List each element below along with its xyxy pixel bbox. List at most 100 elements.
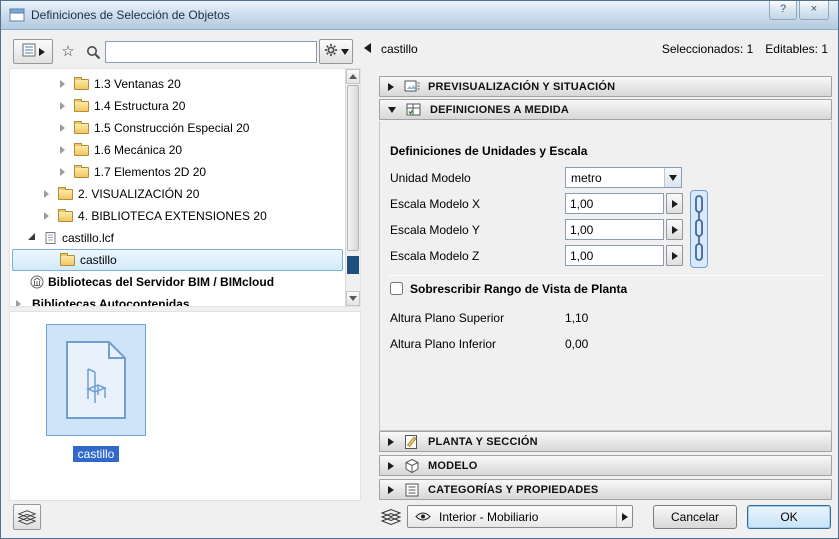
tree-item-label: Bibliotecas del Servidor BIM / BIMcloud bbox=[48, 275, 275, 289]
section-label: DEFINICIONES A MEDIDA bbox=[430, 103, 570, 116]
chevron-right-icon bbox=[388, 437, 394, 446]
eye-icon bbox=[415, 512, 431, 521]
library-tree[interactable]: 1.3 Ventanas 20 1.4 Estructura 20 1.5 Co… bbox=[9, 68, 361, 307]
tree-item[interactable]: 1.3 Ventanas 20 bbox=[10, 73, 360, 95]
tree-item-label: 1.5 Construcción Especial 20 bbox=[94, 121, 250, 135]
custom-settings-icon bbox=[406, 102, 422, 118]
library-view-options-button[interactable] bbox=[13, 39, 53, 64]
selection-status: Seleccionados: 1 Editables: 1 bbox=[650, 42, 828, 56]
separator bbox=[388, 275, 823, 276]
model-unit-value: metro bbox=[571, 170, 602, 185]
override-plan-range-checkbox[interactable] bbox=[390, 282, 403, 295]
combo-arrow-box[interactable] bbox=[664, 168, 681, 187]
model-unit-select[interactable]: metro bbox=[565, 167, 682, 188]
upper-plane-value: 1,10 bbox=[565, 311, 589, 325]
layers-stack-icon bbox=[17, 509, 37, 525]
tree-item[interactable]: 1.5 Construcción Especial 20 bbox=[10, 117, 360, 139]
override-plan-range-label: Sobrescribir Rango de Vista de Planta bbox=[410, 282, 628, 296]
editable-count: Editables: 1 bbox=[765, 42, 828, 56]
section-categorias-y-propiedades[interactable]: CATEGORÍAS Y PROPIEDADES bbox=[379, 479, 832, 500]
search-icon[interactable] bbox=[85, 44, 101, 60]
tree-item-label: castillo.lcf bbox=[62, 231, 115, 245]
favorites-star-icon[interactable]: ☆ bbox=[59, 42, 77, 60]
selected-count: Seleccionados: 1 bbox=[661, 42, 754, 56]
chevron-right-icon bbox=[671, 251, 678, 260]
scale-x-input[interactable] bbox=[565, 193, 664, 214]
tree-item-selected[interactable]: castillo bbox=[10, 249, 360, 271]
expander-collapsed-icon[interactable] bbox=[16, 300, 21, 306]
object-document-icon bbox=[66, 341, 126, 419]
layer-select[interactable]: Interior - Mobiliario bbox=[407, 505, 633, 528]
tree-scrollbar[interactable] bbox=[345, 69, 360, 306]
expander-collapsed-icon[interactable] bbox=[60, 80, 65, 88]
chevron-down-icon bbox=[388, 106, 396, 113]
tree-item[interactable]: 4. BIBLIOTECA EXTENSIONES 20 bbox=[10, 205, 360, 227]
expander-collapsed-icon[interactable] bbox=[44, 190, 49, 198]
scale-y-menu-button[interactable] bbox=[666, 219, 683, 240]
scale-y-input[interactable] bbox=[565, 219, 664, 240]
title-bar[interactable]: Definiciones de Selección de Objetos ? × bbox=[1, 1, 838, 30]
scrollbar-thumb[interactable] bbox=[347, 85, 359, 251]
section-definiciones-a-medida[interactable]: DEFINICIONES A MEDIDA bbox=[379, 99, 832, 120]
tree-item[interactable]: 2. VISUALIZACIÓN 20 bbox=[10, 183, 360, 205]
tree-item-label: Bibliotecas Autocontenidas bbox=[32, 297, 190, 307]
custom-settings-panel: Definiciones de Unidades y Escala Unidad… bbox=[379, 121, 832, 431]
close-icon: × bbox=[810, 3, 818, 15]
close-button[interactable]: × bbox=[799, 1, 829, 20]
expander-expanded-icon[interactable] bbox=[28, 233, 35, 240]
chevron-down-icon bbox=[340, 48, 349, 55]
scroll-up-button[interactable] bbox=[346, 69, 360, 84]
layer-menu-arrow[interactable] bbox=[616, 506, 632, 527]
categories-list-icon bbox=[404, 482, 420, 498]
ok-button[interactable]: OK bbox=[747, 505, 831, 529]
scrollbar-selection-marker bbox=[347, 256, 359, 274]
settings-gear-button[interactable] bbox=[319, 39, 353, 64]
expander-collapsed-icon[interactable] bbox=[44, 212, 49, 220]
expander-collapsed-icon[interactable] bbox=[60, 102, 65, 110]
tree-item-label: 4. BIBLIOTECA EXTENSIONES 20 bbox=[78, 209, 267, 223]
tree-item[interactable]: 1.4 Estructura 20 bbox=[10, 95, 360, 117]
lower-plane-label: Altura Plano Inferior bbox=[390, 337, 497, 351]
help-button[interactable]: ? bbox=[769, 1, 797, 20]
model-cube-icon bbox=[404, 458, 420, 474]
lower-plane-value: 0,00 bbox=[565, 337, 589, 351]
scroll-down-button[interactable] bbox=[346, 291, 360, 306]
chevron-right-icon bbox=[388, 485, 394, 494]
tree-item[interactable]: 1.6 Mecánica 20 bbox=[10, 139, 360, 161]
expander-collapsed-icon[interactable] bbox=[60, 124, 65, 132]
tree-item[interactable]: Bibliotecas Autocontenidas bbox=[10, 293, 360, 307]
section-modelo[interactable]: MODELO bbox=[379, 455, 832, 476]
model-unit-label: Unidad Modelo bbox=[390, 171, 471, 185]
scale-x-menu-button[interactable] bbox=[666, 193, 683, 214]
section-label: PLANTA Y SECCIÓN bbox=[428, 435, 538, 448]
chevron-right-icon bbox=[388, 82, 394, 91]
expander-collapsed-icon[interactable] bbox=[60, 146, 65, 154]
bim-server-icon bbox=[30, 275, 44, 289]
tree-item[interactable]: 1.7 Elementos 2D 20 bbox=[10, 161, 360, 183]
object-selection-settings-dialog: Definiciones de Selección de Objetos ? ×… bbox=[0, 0, 839, 539]
menu-arrow-icon bbox=[38, 47, 45, 56]
section-previsualizacion[interactable]: PREVISUALIZACIÓN Y SITUACIÓN bbox=[379, 76, 832, 97]
tree-item-label: 1.3 Ventanas 20 bbox=[94, 77, 181, 91]
arrow-down-icon bbox=[349, 296, 357, 301]
preview-thumbnail-selected[interactable] bbox=[46, 324, 146, 436]
preview-situation-icon bbox=[404, 79, 420, 95]
section-planta-y-seccion[interactable]: PLANTA Y SECCIÓN bbox=[379, 431, 832, 452]
folder-icon bbox=[74, 121, 89, 134]
tree-item[interactable]: Bibliotecas del Servidor BIM / BIMcloud bbox=[10, 271, 360, 293]
preview-caption: castillo bbox=[46, 446, 146, 462]
collapse-panel-arrow[interactable] bbox=[364, 43, 371, 53]
cancel-button[interactable]: Cancelar bbox=[653, 505, 737, 529]
library-tools-button[interactable] bbox=[13, 504, 41, 530]
search-input[interactable] bbox=[105, 41, 317, 63]
link-scales-toggle[interactable] bbox=[690, 190, 708, 268]
folder-icon bbox=[74, 143, 89, 156]
scale-z-menu-button[interactable] bbox=[666, 245, 683, 266]
scale-z-input[interactable] bbox=[565, 245, 664, 266]
tree-item[interactable]: castillo.lcf bbox=[10, 227, 360, 249]
help-label: ? bbox=[779, 3, 787, 15]
tree-item-label: 1.7 Elementos 2D 20 bbox=[94, 165, 207, 179]
folder-icon bbox=[74, 99, 89, 112]
expander-collapsed-icon[interactable] bbox=[60, 168, 65, 176]
layers-button[interactable] bbox=[379, 508, 403, 526]
